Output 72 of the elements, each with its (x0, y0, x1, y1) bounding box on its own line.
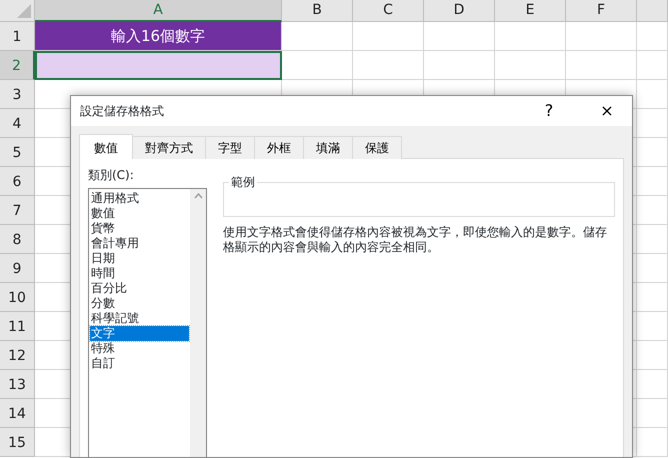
row-header[interactable]: 8 (0, 225, 35, 254)
row-header[interactable]: 4 (0, 109, 35, 138)
description-text: 使用文字格式會使得儲存格內容被視為文字，即使您輸入的是數字。儲存格顯示的內容會與輸入的內容完全相同。 (223, 225, 608, 255)
row-header[interactable]: 11 (0, 312, 35, 341)
row-header[interactable]: 3 (0, 80, 35, 109)
column-header[interactable]: D (424, 0, 495, 22)
close-button[interactable]: × (590, 97, 624, 125)
row-header[interactable]: 1 (0, 22, 35, 51)
empty-cell[interactable] (637, 22, 668, 51)
column-header[interactable]: C (353, 0, 424, 22)
empty-cell[interactable] (637, 283, 668, 312)
empty-cell[interactable] (353, 22, 424, 51)
row-header[interactable]: 15 (0, 428, 35, 457)
empty-cell[interactable] (637, 312, 668, 341)
category-label: 類別(C): (88, 167, 135, 184)
empty-cell[interactable] (637, 341, 668, 370)
list-item[interactable]: 自訂 (90, 356, 189, 371)
list-item[interactable]: 分數 (90, 296, 189, 311)
empty-cell[interactable] (424, 22, 495, 51)
row-header[interactable]: 2 (0, 51, 35, 80)
tab[interactable]: 保護 (352, 136, 402, 159)
empty-cell[interactable] (637, 80, 668, 109)
column-header[interactable]: A (35, 0, 282, 22)
row-header[interactable]: 5 (0, 138, 35, 167)
row-header[interactable]: 9 (0, 254, 35, 283)
empty-cell[interactable] (637, 370, 668, 399)
row-header[interactable]: 12 (0, 341, 35, 370)
empty-cell[interactable] (424, 51, 495, 80)
list-item[interactable]: 科學記號 (90, 311, 189, 326)
list-item[interactable]: 貨幣 (90, 221, 189, 236)
list-item[interactable]: 文字 (90, 326, 189, 341)
empty-cell[interactable] (495, 22, 566, 51)
column-header[interactable]: E (495, 0, 566, 22)
help-button[interactable]: ? (532, 97, 566, 125)
tab[interactable]: 外框 (254, 136, 304, 159)
column-header[interactable]: F (566, 0, 637, 22)
row-header[interactable]: 6 (0, 167, 35, 196)
list-item[interactable]: 百分比 (90, 281, 189, 296)
empty-cell[interactable] (637, 109, 668, 138)
list-item[interactable]: 日期 (90, 251, 189, 266)
empty-cell[interactable] (637, 196, 668, 225)
list-item[interactable]: 特殊 (90, 341, 189, 356)
tab[interactable]: 數值 (79, 134, 133, 159)
empty-cell[interactable] (637, 428, 668, 457)
select-all-icon[interactable] (17, 4, 31, 18)
column-header[interactable] (637, 0, 668, 22)
empty-cell[interactable] (637, 399, 668, 428)
list-item[interactable]: 通用格式 (90, 191, 189, 206)
empty-cell[interactable] (637, 138, 668, 167)
tab[interactable]: 填滿 (303, 136, 353, 159)
scroll-up-icon[interactable] (194, 193, 202, 199)
empty-cell[interactable] (495, 51, 566, 80)
list-item[interactable]: 數值 (90, 206, 189, 221)
row-header[interactable]: 14 (0, 399, 35, 428)
row-header[interactable]: 7 (0, 196, 35, 225)
empty-cell[interactable] (637, 51, 668, 80)
empty-cell[interactable] (637, 254, 668, 283)
column-header[interactable]: B (282, 0, 353, 22)
empty-cell[interactable] (637, 225, 668, 254)
list-item[interactable]: 時間 (90, 266, 189, 281)
cell[interactable]: 輸入16個數字 (35, 22, 282, 51)
dialog-title: 設定儲存格格式 (80, 103, 165, 120)
empty-cell[interactable] (566, 51, 637, 80)
tab[interactable]: 字型 (205, 136, 255, 159)
list-item[interactable]: 會計專用 (90, 236, 189, 251)
tab[interactable]: 對齊方式 (132, 136, 206, 159)
empty-cell[interactable] (637, 167, 668, 196)
row-header[interactable]: 13 (0, 370, 35, 399)
empty-cell[interactable] (566, 22, 637, 51)
row-header[interactable]: 10 (0, 283, 35, 312)
sample-label: 範例 (229, 174, 257, 190)
empty-cell[interactable] (353, 51, 424, 80)
